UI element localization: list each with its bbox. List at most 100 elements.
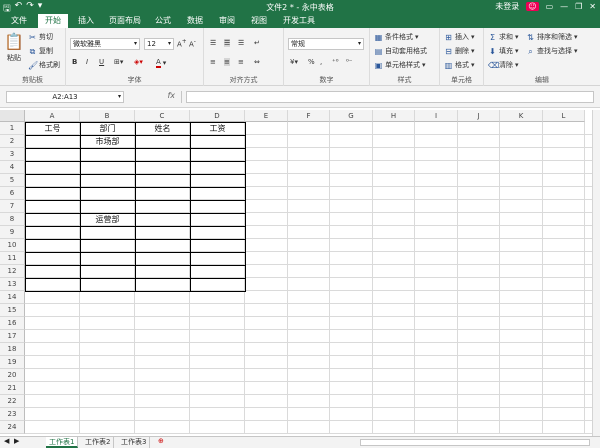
insert-function-button[interactable]: fx — [134, 91, 182, 103]
underline-button[interactable]: U — [99, 58, 104, 66]
cell[interactable]: 市场部 — [80, 135, 135, 148]
format-cells-button[interactable]: ▥ 格式 ▾ — [444, 60, 475, 70]
row-header-14[interactable]: 14 — [0, 291, 25, 304]
tab-insert[interactable]: 插入 — [72, 14, 100, 28]
column-header-L[interactable]: L — [543, 110, 585, 122]
grow-font-button[interactable]: A+ — [177, 39, 187, 48]
table-format-button[interactable]: ▤ 自动套用格式 — [374, 46, 427, 56]
tab-data[interactable]: 数据 — [182, 14, 208, 28]
row-header-4[interactable]: 4 — [0, 161, 25, 174]
sheet-grid[interactable] — [25, 122, 592, 436]
align-top-button[interactable]: ☰ — [210, 39, 216, 47]
tab-review[interactable]: 审阅 — [214, 14, 240, 28]
row-header-20[interactable]: 20 — [0, 369, 25, 382]
align-bottom-button[interactable]: ☰ — [238, 39, 244, 47]
currency-button[interactable]: ¥▾ — [290, 58, 298, 66]
row-header-9[interactable]: 9 — [0, 226, 25, 239]
border-button[interactable]: ⊞▾ — [114, 58, 123, 66]
column-header-E[interactable]: E — [245, 110, 288, 122]
cell-style-button[interactable]: ▣ 单元格样式 ▾ — [374, 60, 426, 70]
column-header-B[interactable]: B — [80, 110, 135, 122]
close-button[interactable]: ✕ — [589, 2, 596, 11]
row-header-6[interactable]: 6 — [0, 187, 25, 200]
row-header-1[interactable]: 1 — [0, 122, 25, 135]
cell[interactable]: 部门 — [80, 122, 135, 135]
fill-color-button[interactable]: ◈▾ — [134, 58, 143, 66]
row-header-12[interactable]: 12 — [0, 265, 25, 278]
sum-button[interactable]: Σ 求和 ▾ — [488, 32, 519, 42]
column-header-I[interactable]: I — [415, 110, 458, 122]
smiley-icon[interactable]: ☺ — [526, 2, 539, 11]
row-header-2[interactable]: 2 — [0, 135, 25, 148]
column-header-G[interactable]: G — [330, 110, 373, 122]
column-header-D[interactable]: D — [190, 110, 245, 122]
row-header-10[interactable]: 10 — [0, 239, 25, 252]
align-center-button[interactable]: ≡ — [224, 58, 230, 66]
row-header-15[interactable]: 15 — [0, 304, 25, 317]
conditional-format-button[interactable]: ▦ 条件格式 ▾ — [374, 32, 419, 42]
row-header-17[interactable]: 17 — [0, 330, 25, 343]
column-header-C[interactable]: C — [135, 110, 190, 122]
column-header-A[interactable]: A — [25, 110, 80, 122]
delete-cells-button[interactable]: ⊟ 删除 ▾ — [444, 46, 474, 56]
find-select-button[interactable]: ⌕ 查找与选择 ▾ — [526, 46, 577, 56]
format-painter-button[interactable]: 🖌 格式刷 — [28, 60, 60, 70]
tab-view[interactable]: 视图 — [246, 14, 272, 28]
align-middle-button[interactable]: ☰ — [224, 39, 231, 47]
row-header-5[interactable]: 5 — [0, 174, 25, 187]
name-box[interactable]: A2:A13 ▾ — [6, 91, 124, 103]
cell[interactable]: 运营部 — [80, 213, 135, 226]
row-header-8[interactable]: 8 — [0, 213, 25, 226]
decrease-decimal-button[interactable]: ⁰⁻ — [346, 58, 353, 66]
cell[interactable]: 工号 — [25, 122, 80, 135]
increase-decimal-button[interactable]: ⁺⁰ — [332, 58, 339, 66]
column-header-K[interactable]: K — [500, 110, 543, 122]
cell[interactable]: 工资 — [190, 122, 245, 135]
restore-button[interactable]: ❐ — [575, 2, 582, 11]
prev-sheet-icon[interactable]: ◀ — [4, 437, 9, 445]
row-header-22[interactable]: 22 — [0, 395, 25, 408]
merge-button[interactable]: ⇔ — [254, 58, 260, 66]
comma-button[interactable]: , — [320, 58, 322, 66]
cell[interactable]: 姓名 — [135, 122, 190, 135]
add-sheet-icon[interactable]: ⊕ — [158, 437, 164, 445]
italic-button[interactable]: I — [86, 58, 88, 66]
sheet-tab-2[interactable]: 工作表2 — [82, 437, 115, 448]
tab-file[interactable]: 文件 — [2, 14, 36, 28]
sort-filter-button[interactable]: ⇅ 排序和筛选 ▾ — [526, 32, 577, 42]
copy-button[interactable]: ⧉ 复制 — [28, 46, 53, 56]
font-size-select[interactable]: 12 ▾ — [144, 38, 174, 50]
next-sheet-icon[interactable]: ▶ — [14, 437, 19, 445]
insert-cells-button[interactable]: ⊞ 插入 ▾ — [444, 32, 474, 42]
select-all-corner[interactable] — [0, 110, 25, 122]
row-header-21[interactable]: 21 — [0, 382, 25, 395]
bold-button[interactable]: B — [72, 58, 77, 66]
row-header-11[interactable]: 11 — [0, 252, 25, 265]
column-header-F[interactable]: F — [288, 110, 330, 122]
row-header-23[interactable]: 23 — [0, 408, 25, 421]
sheet-tab-1[interactable]: 工作表1 — [46, 437, 79, 448]
tab-home[interactable]: 开始 — [38, 14, 68, 28]
shrink-font-button[interactable]: A- — [189, 39, 196, 48]
row-header-3[interactable]: 3 — [0, 148, 25, 161]
row-header-13[interactable]: 13 — [0, 278, 25, 291]
minimize-button[interactable]: — — [560, 2, 568, 11]
row-header-24[interactable]: 24 — [0, 421, 25, 434]
formula-input[interactable] — [186, 91, 594, 103]
font-family-select[interactable]: 微软雅黑 ▾ — [70, 38, 140, 50]
vertical-scrollbar[interactable] — [592, 110, 600, 436]
column-header-H[interactable]: H — [373, 110, 415, 122]
row-header-16[interactable]: 16 — [0, 317, 25, 330]
tab-developer[interactable]: 开发工具 — [278, 14, 320, 28]
user-label[interactable]: 未登录 — [495, 1, 519, 12]
wrap-text-button[interactable]: ↵ — [254, 39, 260, 47]
number-format-select[interactable]: 常规 ▾ — [288, 38, 364, 50]
align-left-button[interactable]: ≡ — [210, 58, 216, 66]
fill-button[interactable]: ⬇ 填充 ▾ — [488, 46, 518, 56]
percent-button[interactable]: % — [308, 58, 315, 66]
sheet-tab-3[interactable]: 工作表3 — [118, 437, 151, 448]
tab-formulas[interactable]: 公式 — [150, 14, 176, 28]
tab-page-layout[interactable]: 页面布局 — [104, 14, 146, 28]
paste-button[interactable]: 📋 粘贴 — [4, 32, 24, 63]
row-header-18[interactable]: 18 — [0, 343, 25, 356]
